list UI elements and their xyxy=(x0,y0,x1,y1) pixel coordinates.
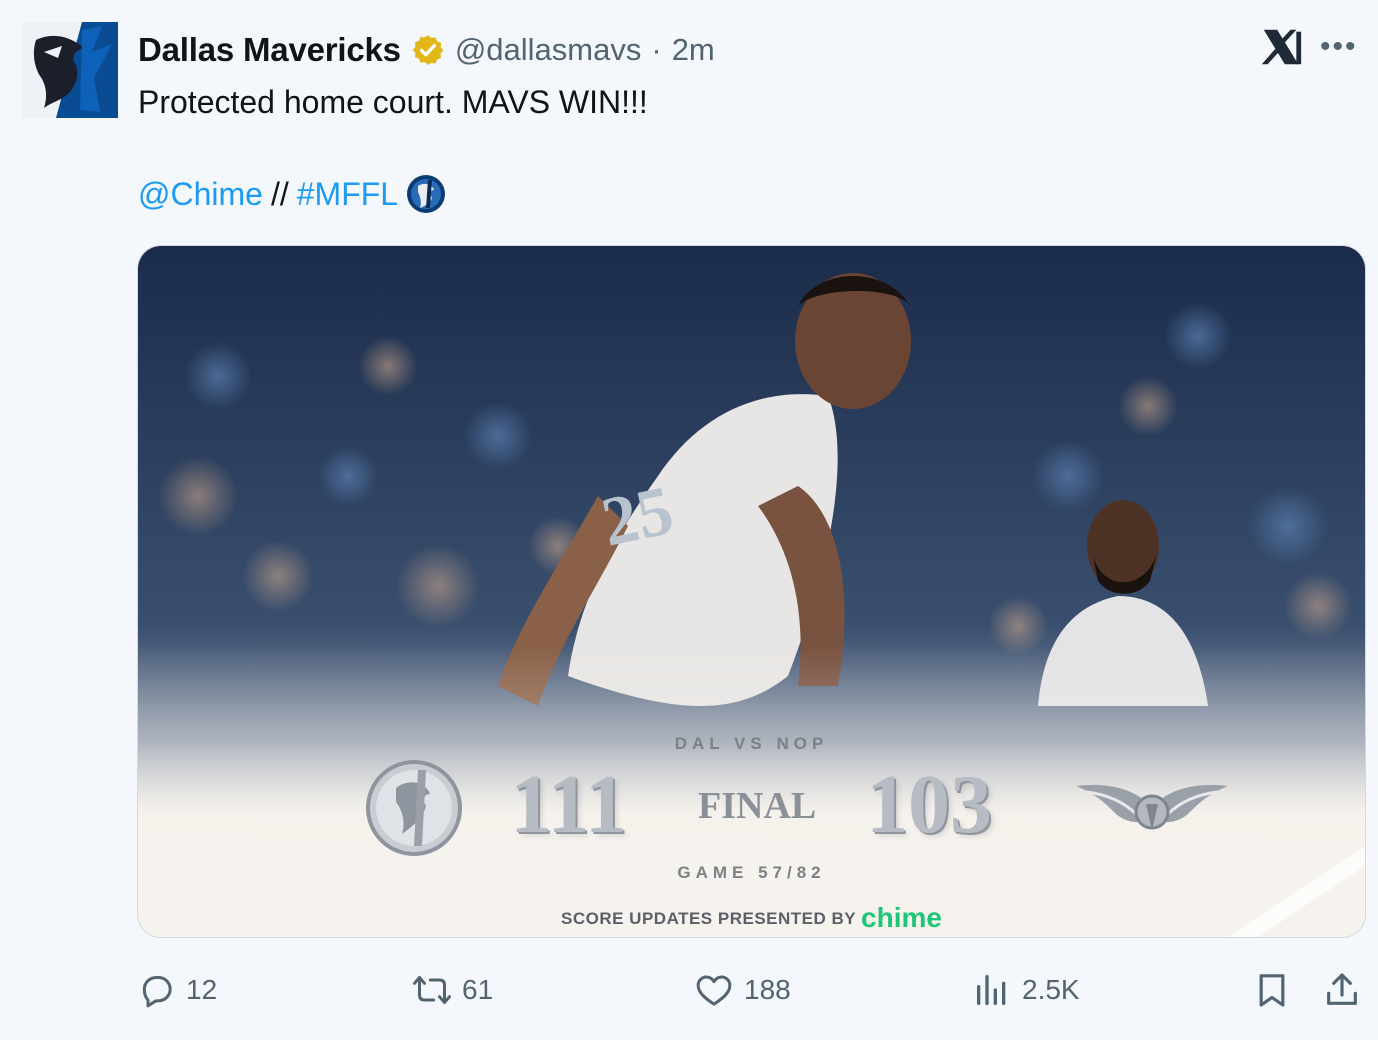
reply-icon xyxy=(142,976,172,1008)
game-status: FINAL xyxy=(698,785,817,827)
mavericks-emoji-icon xyxy=(407,175,446,213)
home-score: 111 xyxy=(510,758,627,851)
mavericks-team-logo-icon xyxy=(366,760,462,856)
like-button[interactable]: 188 xyxy=(694,970,791,1010)
timestamp[interactable]: 2m xyxy=(672,32,715,68)
repost-button[interactable]: 61 xyxy=(412,970,493,1010)
action-bar: 12 61 188 2.5K xyxy=(0,960,1378,1030)
reply-count: 12 xyxy=(186,974,218,1005)
views-count: 2.5K xyxy=(1022,974,1080,1005)
verified-badge-icon xyxy=(412,35,444,65)
more-icon[interactable]: ••• xyxy=(1320,30,1358,64)
game-number: GAME 57/82 xyxy=(677,863,826,882)
avatar[interactable] xyxy=(22,22,118,118)
like-icon xyxy=(696,975,732,1006)
display-name[interactable]: Dallas Mavericks xyxy=(138,31,401,69)
like-count: 188 xyxy=(744,974,791,1005)
tweet-card[interactable]: Dallas Mavericks @dallasmavs · 2m ••• Pr… xyxy=(0,0,1378,1040)
reply-button[interactable]: 12 xyxy=(136,970,217,1010)
share-icon xyxy=(1327,973,1357,1005)
views-button[interactable]: 2.5K xyxy=(972,970,1080,1010)
away-score: 103 xyxy=(866,758,992,851)
tweet-header: Dallas Mavericks @dallasmavs · 2m xyxy=(138,28,715,72)
mention-link[interactable]: @Chime xyxy=(138,172,263,216)
bookmark-icon xyxy=(1259,974,1285,1007)
hashtag-link[interactable]: #MFFL xyxy=(297,172,398,216)
x-logo-icon[interactable] xyxy=(1258,24,1304,70)
tweet-text: Protected home court. MAVS WIN!!! xyxy=(138,84,648,120)
game-graphic[interactable]: 25 DAL VS NOP 111 FINAL 103 GAME 57/82 S… xyxy=(137,245,1366,938)
sponsor-line: SCORE UPDATES PRESENTED BY chime xyxy=(138,902,1365,934)
share-button[interactable] xyxy=(1322,970,1362,1010)
matchup-label: DAL VS NOP xyxy=(674,734,829,753)
score-panel: DAL VS NOP 111 FINAL 103 GAME 57/82 SCOR… xyxy=(138,716,1365,937)
repost-icon xyxy=(413,976,451,1004)
bookmark-button[interactable] xyxy=(1252,970,1292,1010)
pelicans-team-logo-icon xyxy=(1076,784,1228,830)
mavericks-logo-icon xyxy=(22,22,118,118)
sponsor-prefix: SCORE UPDATES PRESENTED BY xyxy=(561,909,856,928)
separator-dot: · xyxy=(651,32,662,67)
sponsor-brand: chime xyxy=(861,902,942,933)
text-separator: // xyxy=(270,176,289,212)
views-icon xyxy=(977,975,1006,1005)
handle[interactable]: @dallasmavs xyxy=(455,32,642,68)
tweet-tags: @Chime // #MFFL xyxy=(138,172,446,216)
repost-count: 61 xyxy=(462,974,494,1005)
